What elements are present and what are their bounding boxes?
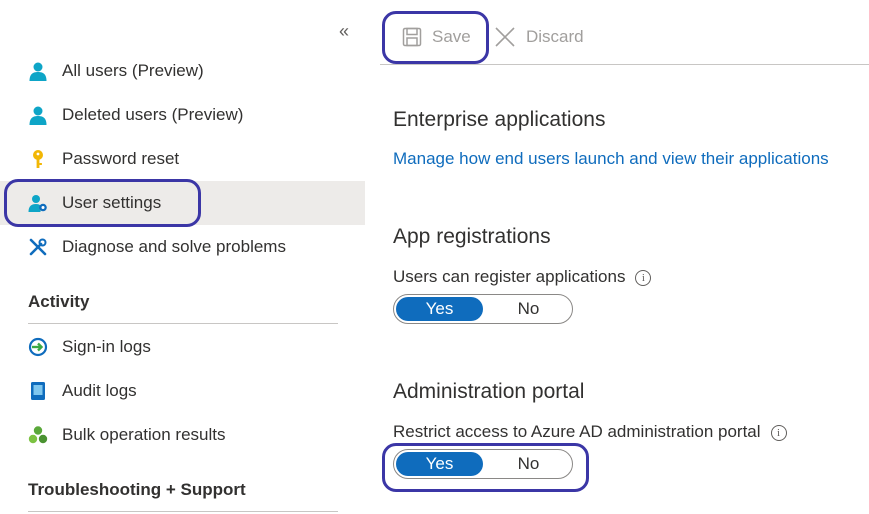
save-label: Save: [432, 27, 471, 46]
sidebar-item-deleted-users[interactable]: Deleted users (Preview): [0, 93, 365, 137]
sidebar-item-audit-logs[interactable]: Audit logs: [0, 369, 365, 413]
user-icon: [29, 106, 47, 125]
toggle-option-yes[interactable]: Yes: [396, 452, 483, 476]
collapse-sidebar-button[interactable]: «: [339, 20, 349, 42]
sidebar-item-label: Diagnose and solve problems: [62, 237, 286, 256]
sidebar-item-bulk-operations[interactable]: Bulk operation results: [0, 413, 365, 457]
toggle-option-yes[interactable]: Yes: [396, 297, 483, 321]
restrict-admin-portal-label-text: Restrict access to Azure AD administrati…: [393, 422, 761, 441]
sidebar-item-label: Audit logs: [62, 381, 137, 400]
info-icon[interactable]: i: [635, 270, 652, 286]
wrench-icon: [29, 238, 47, 256]
save-icon: [402, 27, 422, 47]
sidebar: « All users (Preview) Deleted users (Pre…: [0, 0, 365, 514]
bulk-operation-icon: [28, 426, 48, 444]
sidebar-item-label: Password reset: [62, 149, 180, 168]
sidebar-item-user-settings[interactable]: User settings: [0, 181, 365, 225]
section-title-enterprise-apps: Enterprise applications: [393, 108, 606, 131]
toggle-option-no[interactable]: No: [485, 450, 572, 478]
save-button[interactable]: Save: [402, 10, 471, 64]
user-icon: [29, 62, 47, 81]
close-icon: [495, 27, 515, 47]
register-apps-label-text: Users can register applications: [393, 267, 626, 286]
section-header-activity: Activity: [28, 291, 338, 324]
info-icon[interactable]: i: [770, 425, 787, 441]
section-title-app-registrations: App registrations: [393, 225, 551, 248]
sidebar-item-label: User settings: [62, 193, 162, 212]
manage-end-users-link[interactable]: Manage how end users launch and view the…: [393, 148, 829, 170]
register-apps-toggle[interactable]: Yes No: [393, 294, 573, 324]
sidebar-item-label: All users (Preview): [62, 61, 204, 80]
restrict-admin-portal-toggle[interactable]: Yes No: [393, 449, 573, 479]
sidebar-item-label: Sign-in logs: [62, 337, 151, 356]
section-title-admin-portal: Administration portal: [393, 380, 585, 403]
sidebar-item-password-reset[interactable]: Password reset: [0, 137, 365, 181]
register-apps-label: Users can register applications i: [393, 266, 652, 288]
restrict-admin-portal-label: Restrict access to Azure AD administrati…: [393, 421, 787, 443]
toggle-option-no[interactable]: No: [485, 295, 572, 323]
sidebar-item-diagnose[interactable]: Diagnose and solve problems: [0, 225, 365, 269]
sidebar-item-all-users[interactable]: All users (Preview): [0, 49, 365, 93]
sidebar-item-sign-in-logs[interactable]: Sign-in logs: [0, 325, 365, 369]
sign-in-icon: [28, 337, 48, 357]
discard-button[interactable]: Discard: [494, 10, 584, 64]
discard-label: Discard: [526, 27, 584, 46]
section-header-troubleshooting: Troubleshooting + Support: [28, 479, 338, 512]
sidebar-item-label: Bulk operation results: [62, 425, 226, 444]
sidebar-item-label: Deleted users (Preview): [62, 105, 244, 124]
audit-log-icon: [31, 382, 45, 400]
key-icon: [33, 150, 43, 168]
user-settings-icon: [28, 195, 47, 212]
command-bar: Save Discard: [380, 10, 869, 65]
